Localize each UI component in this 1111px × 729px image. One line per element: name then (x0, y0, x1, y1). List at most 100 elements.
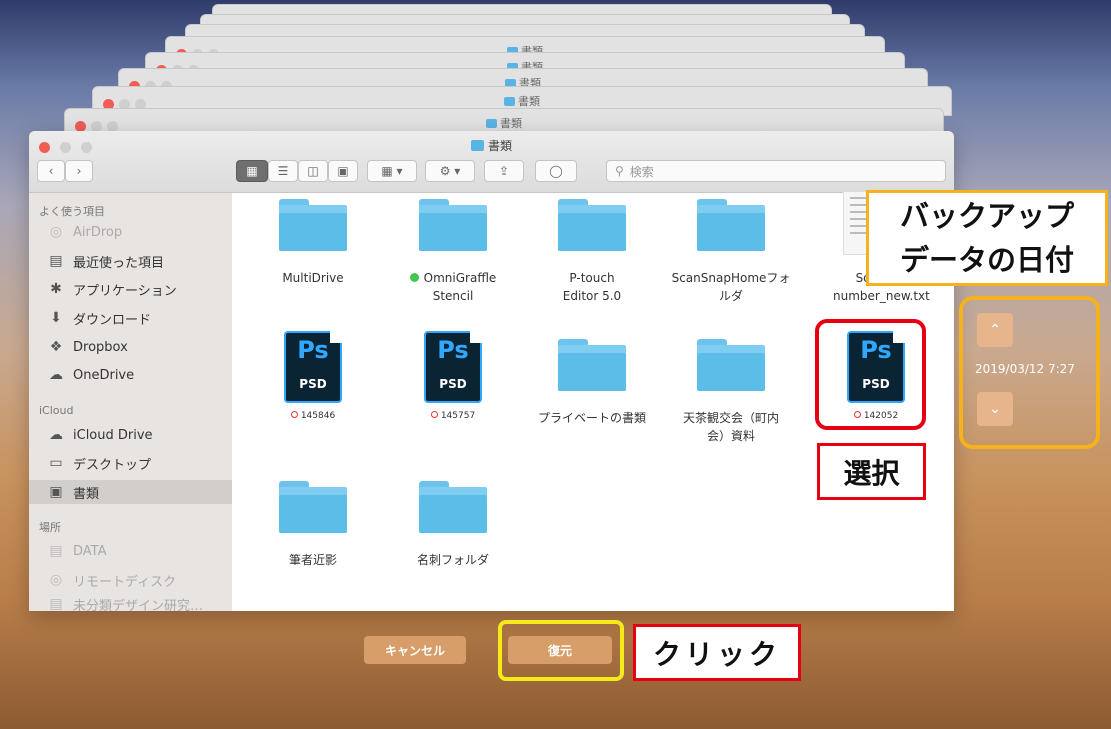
sidebar-item-remote-disc[interactable]: ◎ リモートディスク (47, 568, 227, 592)
list-icon: ☰ (277, 164, 289, 178)
file-name: ScanSnapHomeフォルダ (671, 271, 791, 303)
folder-icon (470, 140, 484, 151)
backup-date-callout-line2: データの日付 (899, 243, 1074, 277)
file-item[interactable]: OmniGraffle Stencil (388, 199, 518, 305)
dropbox-icon: ❖ (49, 339, 63, 355)
disk-icon: ▤ (49, 543, 63, 559)
click-callout: クリック (633, 624, 801, 681)
file-name: P-touch Editor 5.0 (562, 271, 622, 303)
folder-icon (279, 199, 347, 251)
folder-icon (504, 97, 515, 106)
gallery-view-button[interactable]: ▣ (328, 160, 358, 182)
sidebar-section-places: 場所 (39, 521, 61, 534)
folder-icon (279, 481, 347, 533)
restore-button[interactable]: 復元 (508, 636, 612, 664)
sidebar-item-desktop[interactable]: ▭ デスクトップ (47, 451, 227, 475)
sidebar-item-applications[interactable]: ✱ アプリケーション (47, 277, 227, 301)
sidebar-item-dropbox[interactable]: ❖ Dropbox (47, 335, 227, 359)
chevron-down-icon: ⌄ (989, 401, 1001, 417)
timeline-down-button[interactable]: ⌄ (977, 392, 1013, 426)
search-icon: ⚲ (615, 164, 624, 178)
chevron-right-icon: › (76, 164, 82, 178)
file-item[interactable]: プライベートの書類 (527, 339, 657, 427)
sidebar-section-favorites: よく使う項目 (39, 205, 105, 218)
sidebar-item-data[interactable]: ▤ DATA (47, 539, 227, 563)
remote-disc-icon: ◎ (49, 572, 63, 588)
gear-icon: ⚙ ▾ (439, 164, 461, 178)
sidebar-item-airdrop[interactable]: ◎ AirDrop (47, 220, 227, 244)
recents-icon: ▤ (49, 253, 63, 269)
chevron-left-icon: ‹ (48, 164, 54, 178)
search-placeholder: 検索 (629, 164, 654, 179)
status-circle-icon (430, 411, 438, 418)
file-name: 名刺フォルダ (416, 553, 489, 567)
file-name: 筆者近影 (288, 553, 337, 567)
folder-icon (419, 481, 487, 533)
file-item[interactable]: MultiDrive (248, 199, 378, 287)
tag-icon: ◯ (549, 164, 563, 178)
tag-button[interactable]: ◯ (535, 160, 577, 182)
folder-icon (558, 199, 626, 251)
file-item[interactable]: Ps PSD 145757 (388, 331, 518, 425)
icon-view-button[interactable]: ▦ (236, 160, 268, 182)
folder-icon (419, 199, 487, 251)
desktop-icon: ▭ (49, 455, 63, 471)
group-menu-button[interactable]: ▦ ▾ (367, 160, 417, 182)
cancel-button[interactable]: キャンセル (364, 636, 466, 664)
sidebar-item-documents[interactable]: ▣ 書類 (29, 480, 232, 504)
sidebar-item-downloads[interactable]: ⬇ ダウンロード (47, 306, 227, 330)
sidebar-item-icloud-drive[interactable]: ☁ iCloud Drive (47, 423, 227, 447)
green-tag-icon (409, 273, 419, 282)
list-view-button[interactable]: ☰ (268, 160, 298, 182)
file-item[interactable]: Ps PSD 145846 (248, 331, 378, 425)
file-item[interactable]: 名刺フォルダ (388, 481, 518, 569)
back-button[interactable]: ‹ (37, 160, 65, 182)
file-item[interactable]: P-touch Editor 5.0 (527, 199, 657, 305)
applications-icon: ✱ (50, 281, 62, 297)
timeline-up-button[interactable]: ⌃ (977, 313, 1013, 347)
stacked-window-title: 書類 (93, 93, 951, 109)
backup-date-label: 2019/03/12 7:27 (975, 362, 1075, 376)
chevron-up-icon: ⌃ (989, 322, 1001, 338)
selected-file-highlight (815, 319, 926, 430)
sidebar-item-recents[interactable]: ▤ 最近使った項目 (47, 249, 227, 273)
file-name: プライベートの書類 (537, 411, 646, 425)
cloud-icon: ☁ (49, 427, 63, 443)
file-item[interactable]: ScanSnapHomeフォルダ (666, 199, 796, 305)
file-name: MultiDrive (282, 271, 344, 285)
sidebar-item-onedrive[interactable]: ☁ OneDrive (47, 363, 227, 387)
file-item[interactable]: 筆者近影 (248, 481, 378, 569)
photoshop-file-icon: Ps PSD (284, 331, 342, 403)
folder-icon (697, 199, 765, 251)
forward-button[interactable]: › (65, 160, 93, 182)
file-name: 天茶観交会（町内会）資料 (682, 411, 779, 443)
photoshop-file-icon: Ps PSD (424, 331, 482, 403)
folder-icon (486, 119, 497, 128)
action-menu-button[interactable]: ⚙ ▾ (425, 160, 475, 182)
download-icon: ⬇ (50, 310, 62, 326)
group-icon: ▦ ▾ (381, 164, 403, 178)
sidebar: よく使う項目 ◎ AirDrop ▤ 最近使った項目 ✱ アプリケーション ⬇ ダウンロ… (29, 193, 232, 611)
file-name: OmniGraffle Stencil (388, 269, 518, 305)
onedrive-icon: ☁ (49, 367, 63, 383)
airdrop-icon: ◎ (49, 224, 63, 240)
search-field[interactable]: ⚲ 検索 (606, 160, 946, 182)
window-title: 書類 (29, 137, 954, 154)
folder-icon (558, 339, 626, 391)
file-name: 145757 (388, 407, 518, 425)
finder-toolbar: 書類 ‹ › ▦ ☰ ◫ ▣ ▦ ▾ ⚙ ▾ ⇪ ◯ ⚲ 検索 (29, 131, 954, 193)
share-button[interactable]: ⇪ (484, 160, 524, 182)
gallery-icon: ▣ (337, 164, 349, 178)
grid-icon: ▦ (246, 164, 258, 178)
columns-icon: ◫ (307, 164, 319, 178)
documents-icon: ▣ (49, 484, 63, 500)
stacked-window-title: 書類 (65, 115, 943, 131)
status-circle-icon (290, 411, 298, 418)
sidebar-item-disk[interactable]: ▤ 未分類デザイン研究… (47, 596, 227, 611)
sidebar-section-icloud: iCloud (39, 404, 74, 417)
disk-icon: ▤ (49, 596, 63, 611)
file-name: 145846 (248, 407, 378, 425)
folder-icon (697, 339, 765, 391)
file-item[interactable]: 天茶観交会（町内会）資料 (666, 339, 796, 445)
column-view-button[interactable]: ◫ (298, 160, 328, 182)
